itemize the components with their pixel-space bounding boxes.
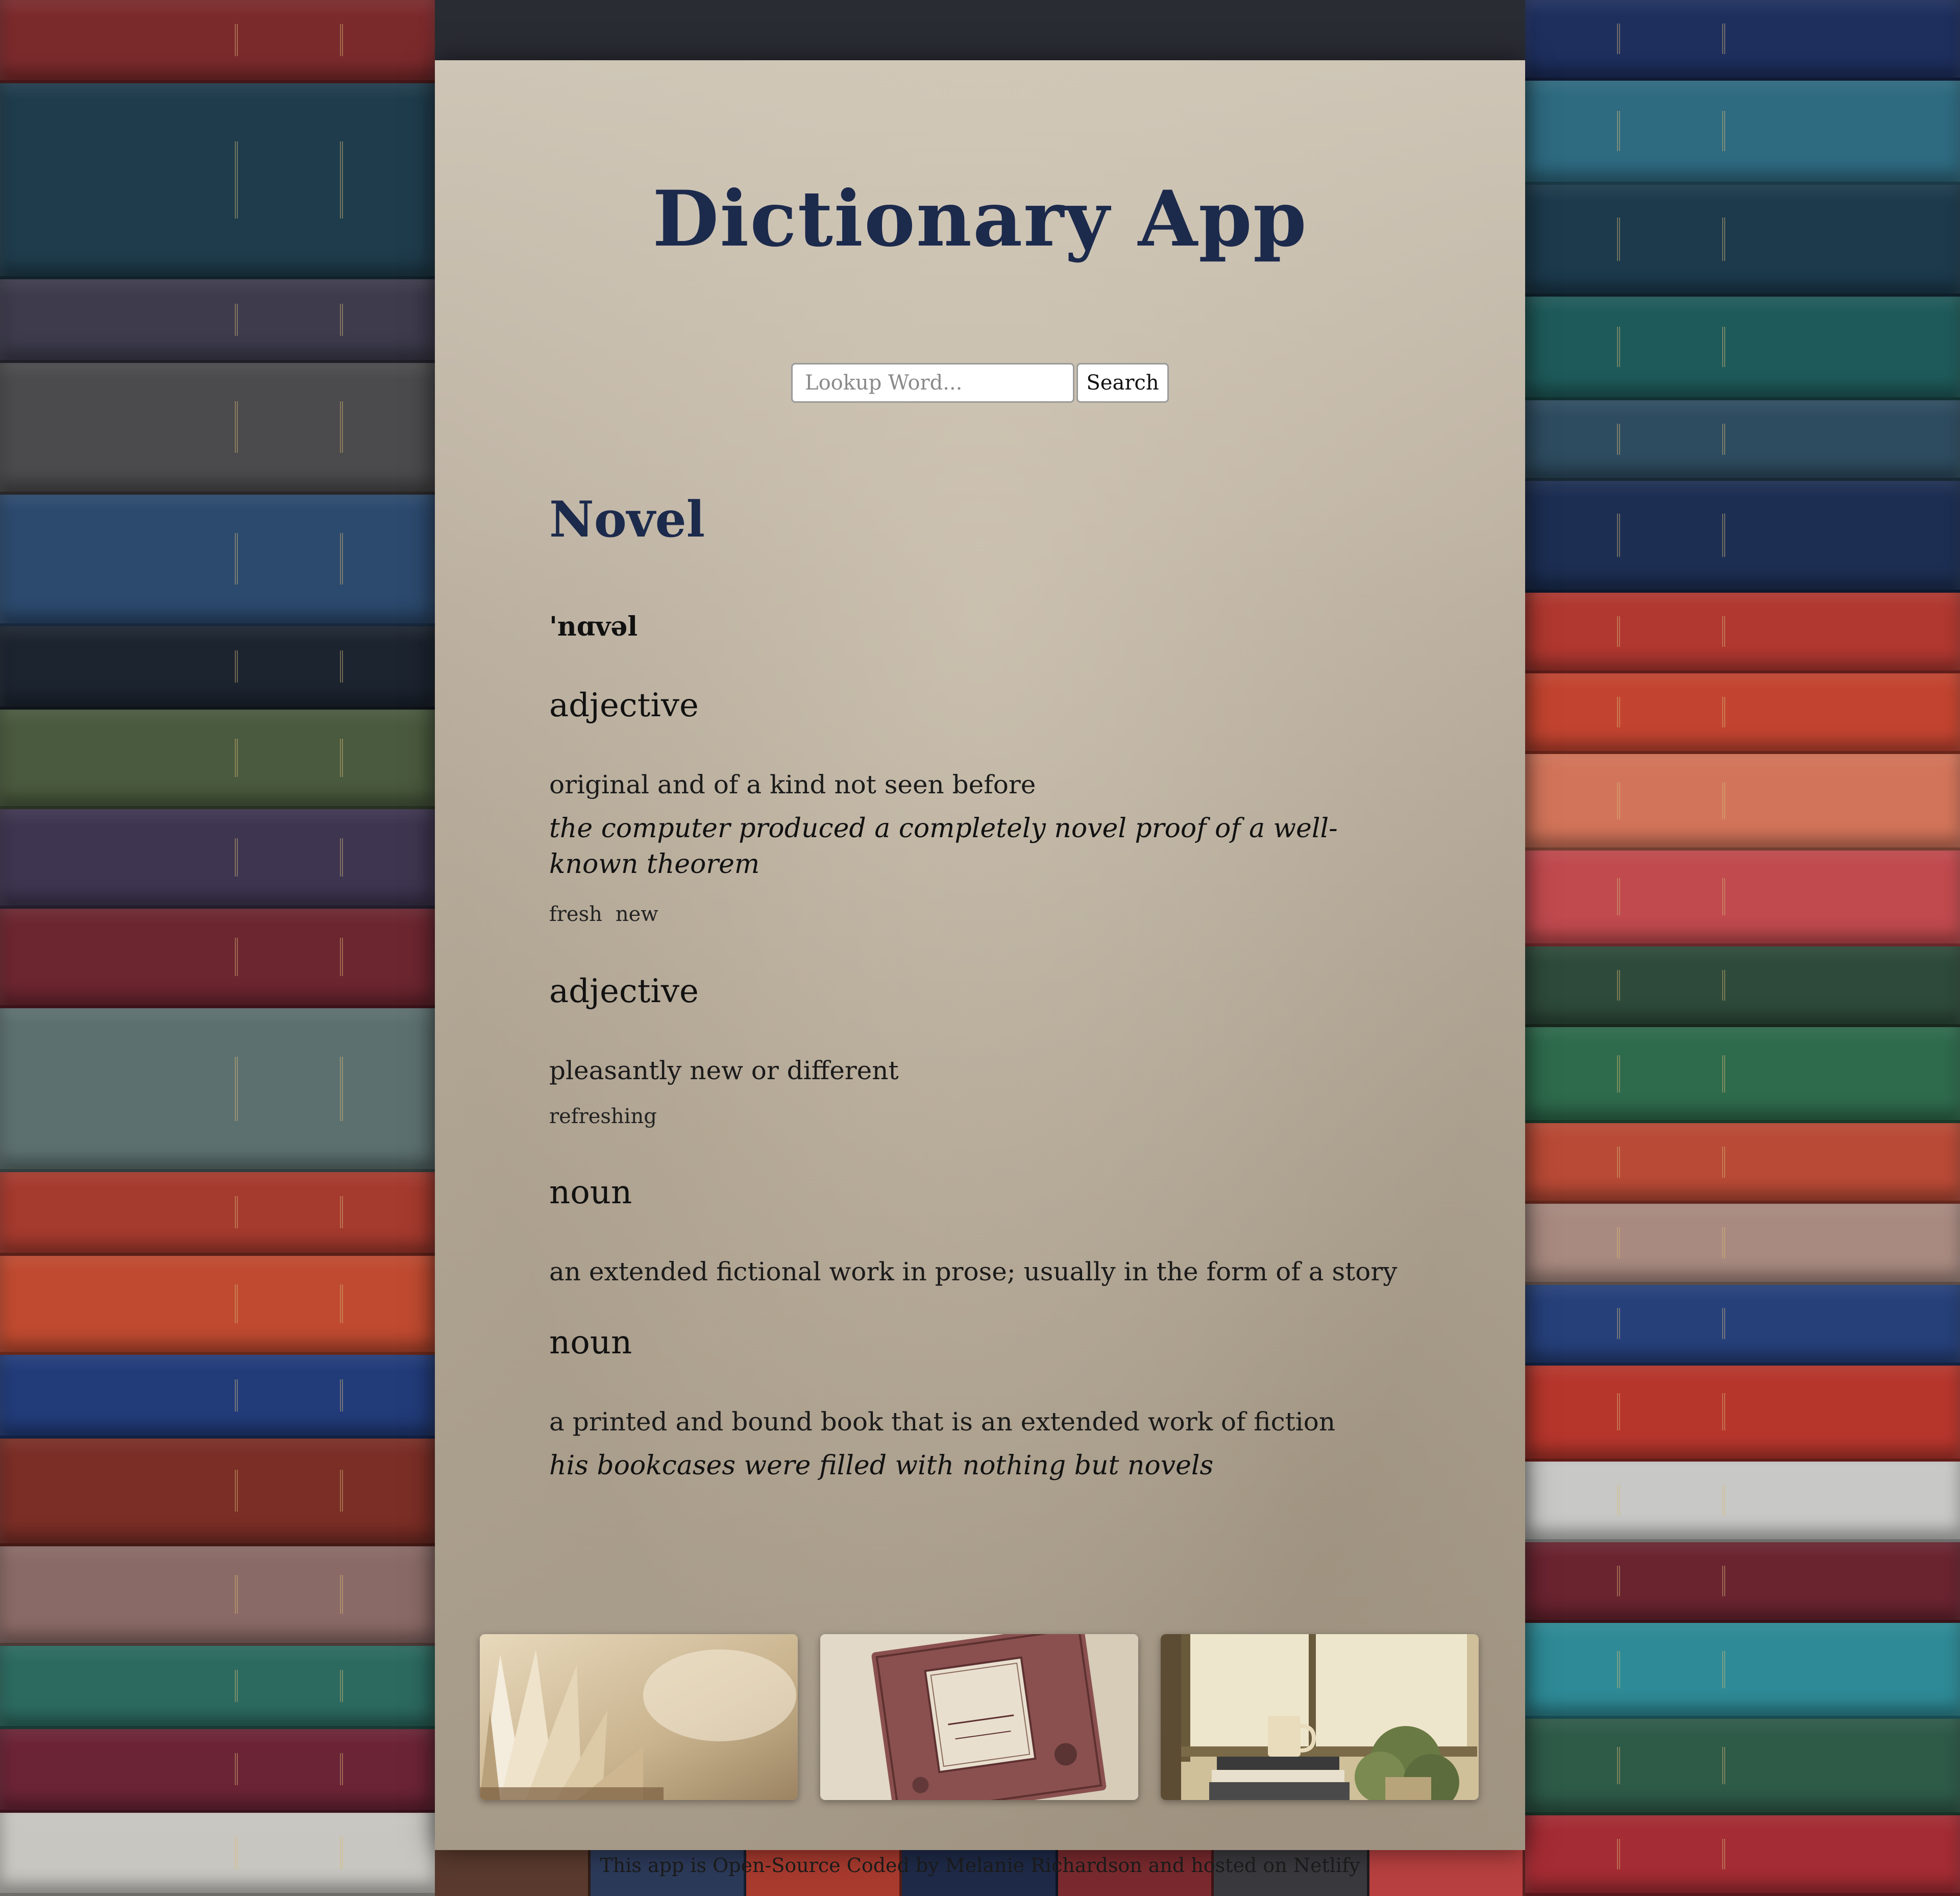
dictionary-card: Dictionary App Search Novel 'nɑvəl adjec…	[435, 60, 1525, 1877]
meaning-section: noun an extended fictional work in prose…	[549, 1172, 1417, 1287]
synonym: refreshing	[549, 1105, 657, 1128]
definition: a printed and bound book that is an exte…	[549, 1407, 1336, 1437]
window-books-photo	[1161, 1634, 1479, 1800]
definition: original and of a kind not seen before	[549, 770, 1036, 799]
bookshelf-left	[0, 0, 435, 1896]
app-title: Dictionary App	[652, 174, 1308, 264]
phonetic: 'nɑvəl	[549, 611, 638, 642]
meaning-section: noun a printed and bound book that is an…	[549, 1322, 1417, 1484]
synonym: new	[615, 903, 658, 926]
word-result: Novel 'nɑvəl adjective original and of a…	[549, 489, 1417, 1484]
passion-within-book-photo	[820, 1634, 1138, 1800]
part-of-speech: adjective	[549, 687, 699, 724]
part-of-speech: noun	[549, 1174, 632, 1211]
definition: an extended fictional work in prose; usu…	[549, 1257, 1398, 1286]
meaning-section: adjective pleasantly new or different re…	[549, 971, 1417, 1129]
image-gallery	[480, 1634, 1479, 1800]
synonyms-list: fresh new	[549, 902, 1417, 927]
search-form: Search	[791, 363, 1169, 403]
example: the computer produced a completely novel…	[549, 813, 1338, 880]
part-of-speech: noun	[549, 1324, 632, 1362]
open-book-photo	[480, 1634, 798, 1800]
footer-credit: This app is Open-Source Coded by Melanie…	[600, 1854, 1360, 1877]
search-button[interactable]: Search	[1076, 363, 1169, 403]
word-title: Novel	[549, 491, 705, 548]
bookshelf-right	[1525, 0, 1960, 1896]
synonym: fresh	[549, 903, 602, 926]
part-of-speech: adjective	[549, 973, 699, 1010]
example: his bookcases were filled with nothing b…	[549, 1450, 1214, 1481]
synonyms-list: refreshing	[549, 1104, 1417, 1129]
meaning-section: adjective original and of a kind not see…	[549, 685, 1417, 927]
search-input[interactable]	[791, 363, 1074, 403]
definition: pleasantly new or different	[549, 1056, 899, 1085]
